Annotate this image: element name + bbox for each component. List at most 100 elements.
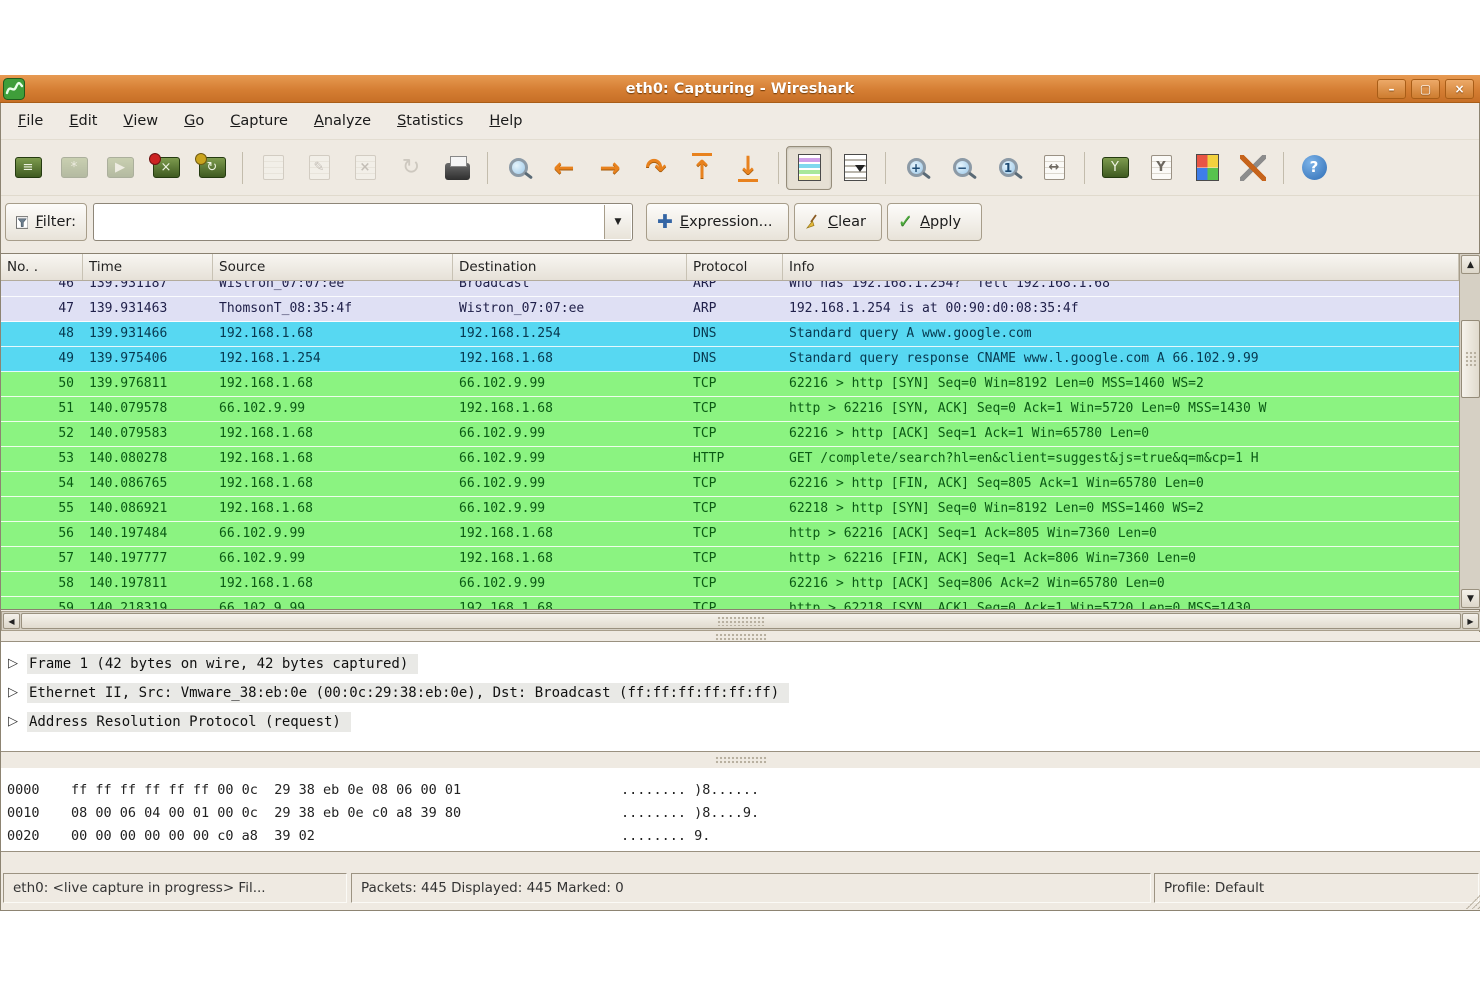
filter-combobox[interactable]: ▼ bbox=[93, 203, 633, 241]
filter-entry[interactable] bbox=[96, 206, 601, 238]
resize-columns-button[interactable]: ↔ bbox=[1031, 146, 1077, 190]
colorize-packet-list-icon bbox=[798, 154, 821, 181]
expander-icon[interactable]: ▷ bbox=[8, 714, 27, 729]
packet-detail-row-2[interactable]: ▷Ethernet II, Src: Vmware_38:eb:0e (00:0… bbox=[1, 678, 1480, 707]
go-last-packet-icon: ↓ bbox=[738, 153, 759, 182]
expander-icon[interactable]: ▷ bbox=[8, 685, 27, 700]
packet-row-51[interactable]: 51140.07957866.102.9.99192.168.1.68TCPht… bbox=[1, 397, 1459, 422]
packet-detail-row-1[interactable]: ▷Frame 1 (42 bytes on wire, 42 bytes cap… bbox=[1, 649, 1480, 678]
menu-help[interactable]: Help bbox=[476, 103, 535, 139]
packet-time: 140.218319 bbox=[83, 597, 213, 609]
packet-destination: Wistron_07:07:ee bbox=[453, 297, 687, 321]
open-capture-file-button bbox=[250, 146, 296, 190]
packet-row-50[interactable]: 50139.976811192.168.1.6866.102.9.99TCP62… bbox=[1, 372, 1459, 397]
hex-row-0020[interactable]: 002000 00 00 00 00 00 c0 a8 39 02.......… bbox=[7, 825, 1480, 848]
close-capture-icon: × bbox=[355, 155, 376, 180]
packet-protocol: DNS bbox=[687, 322, 783, 346]
packet-row-57[interactable]: 57140.19777766.102.9.99192.168.1.68TCPht… bbox=[1, 547, 1459, 572]
packet-info: 62216 > http [SYN] Seq=0 Win=8192 Len=0 … bbox=[783, 372, 1459, 396]
menu-view[interactable]: View bbox=[110, 103, 171, 139]
packet-list-vscrollbar[interactable]: ▲ ▼ bbox=[1459, 254, 1480, 609]
menu-file[interactable]: File bbox=[5, 103, 56, 139]
scroll-left-icon: ◀ bbox=[8, 617, 14, 626]
scroll-up-button[interactable]: ▲ bbox=[1461, 255, 1480, 274]
column-header-destination[interactable]: Destination bbox=[453, 254, 687, 280]
auto-scroll-in-live-capture-icon bbox=[844, 154, 867, 181]
filter-dropdown-button[interactable]: ▼ bbox=[604, 205, 631, 239]
packet-row-49[interactable]: 49139.975406192.168.1.254192.168.1.68DNS… bbox=[1, 347, 1459, 372]
expander-icon[interactable]: ▷ bbox=[8, 656, 27, 671]
hex-row-0010[interactable]: 001008 00 06 04 00 01 00 0c 29 38 eb 0e … bbox=[7, 802, 1480, 825]
packet-row-48[interactable]: 48139.931466192.168.1.68192.168.1.254DNS… bbox=[1, 322, 1459, 347]
display-filters-icon: Y bbox=[1151, 155, 1172, 180]
go-to-packet-button[interactable]: ↷ bbox=[633, 146, 679, 190]
column-header-no[interactable]: No. . bbox=[1, 254, 83, 280]
packet-time: 140.086765 bbox=[83, 472, 213, 496]
menu-go[interactable]: Go bbox=[171, 103, 217, 139]
menu-statistics[interactable]: Statistics bbox=[384, 103, 476, 139]
resize-grip[interactable] bbox=[1466, 895, 1480, 909]
packet-row-46[interactable]: 46139.931187Wistron_07:07:eeBroadcastARP… bbox=[1, 281, 1459, 297]
minimize-button[interactable]: – bbox=[1377, 79, 1406, 99]
packet-detail-row-3[interactable]: ▷Address Resolution Protocol (request) bbox=[1, 707, 1480, 736]
packet-row-52[interactable]: 52140.079583192.168.1.6866.102.9.99TCP62… bbox=[1, 422, 1459, 447]
column-header-info[interactable]: Info bbox=[783, 254, 1459, 280]
go-first-packet-button[interactable]: ↑ bbox=[679, 146, 725, 190]
packet-protocol: TCP bbox=[687, 472, 783, 496]
pane-splitter-list-details[interactable] bbox=[1, 632, 1480, 641]
clear-button[interactable]: Clear bbox=[794, 203, 882, 241]
hex-offset: 0000 bbox=[7, 779, 71, 802]
zoom-out-button[interactable]: − bbox=[939, 146, 985, 190]
find-packet-button[interactable] bbox=[495, 146, 541, 190]
column-header-time[interactable]: Time bbox=[83, 254, 213, 280]
capture-filters-button[interactable]: Y bbox=[1092, 146, 1138, 190]
coloring-rules-button[interactable] bbox=[1184, 146, 1230, 190]
stop-capture-button[interactable]: × bbox=[143, 146, 189, 190]
packet-list-hscrollbar[interactable]: ◀ ▶ bbox=[1, 611, 1480, 631]
packet-row-47[interactable]: 47139.931463ThomsonT_08:35:4fWistron_07:… bbox=[1, 297, 1459, 322]
packet-row-59[interactable]: 59140.21831966.102.9.99192.168.1.68TCPht… bbox=[1, 597, 1459, 609]
pane-splitter-details-bytes[interactable] bbox=[1, 752, 1480, 768]
toolbar-separator bbox=[487, 152, 488, 184]
packet-row-55[interactable]: 55140.086921192.168.1.6866.102.9.99TCP62… bbox=[1, 497, 1459, 522]
scroll-down-button[interactable]: ▼ bbox=[1461, 589, 1480, 608]
help-button[interactable]: ? bbox=[1291, 146, 1337, 190]
scroll-right-button[interactable]: ▶ bbox=[1462, 613, 1479, 629]
go-last-packet-button[interactable]: ↓ bbox=[725, 146, 771, 190]
go-back-button[interactable]: ← bbox=[541, 146, 587, 190]
menu-capture[interactable]: Capture bbox=[217, 103, 301, 139]
column-header-protocol[interactable]: Protocol bbox=[687, 254, 783, 280]
preferences-button[interactable] bbox=[1230, 146, 1276, 190]
filter-button[interactable]: Filter: bbox=[5, 203, 87, 241]
packet-row-53[interactable]: 53140.080278192.168.1.6866.102.9.99HTTPG… bbox=[1, 447, 1459, 472]
apply-button[interactable]: ✓ Apply bbox=[887, 203, 982, 241]
column-header-source[interactable]: Source bbox=[213, 254, 453, 280]
print-button[interactable] bbox=[434, 146, 480, 190]
title-bar[interactable]: eth0: Capturing - Wireshark –▢× bbox=[0, 75, 1480, 103]
zoom-100-icon: 1 bbox=[999, 158, 1018, 177]
packet-row-58[interactable]: 58140.197811192.168.1.6866.102.9.99TCP62… bbox=[1, 572, 1459, 597]
restart-capture-button[interactable]: ↻ bbox=[189, 146, 235, 190]
maximize-button[interactable]: ▢ bbox=[1411, 79, 1440, 99]
scroll-left-button[interactable]: ◀ bbox=[3, 613, 20, 629]
capture-options-icon: * bbox=[61, 157, 88, 178]
packet-destination: 192.168.1.68 bbox=[453, 397, 687, 421]
hex-ascii: ........ 9. bbox=[621, 825, 1480, 848]
packet-row-56[interactable]: 56140.19748466.102.9.99192.168.1.68TCPht… bbox=[1, 522, 1459, 547]
colorize-packet-list-button[interactable] bbox=[786, 146, 832, 190]
zoom-in-button[interactable]: + bbox=[893, 146, 939, 190]
zoom-100-button[interactable]: 1 bbox=[985, 146, 1031, 190]
menu-analyze[interactable]: Analyze bbox=[301, 103, 384, 139]
hex-row-0000[interactable]: 0000ff ff ff ff ff ff 00 0c 29 38 eb 0e … bbox=[7, 779, 1480, 802]
packet-details-pane: ▷Frame 1 (42 bytes on wire, 42 bytes cap… bbox=[1, 641, 1480, 752]
packet-row-54[interactable]: 54140.086765192.168.1.6866.102.9.99TCP62… bbox=[1, 472, 1459, 497]
expression-button[interactable]: ✚ Expression... bbox=[646, 203, 789, 241]
go-forward-button[interactable]: → bbox=[587, 146, 633, 190]
auto-scroll-in-live-capture-button[interactable] bbox=[832, 146, 878, 190]
menu-edit[interactable]: Edit bbox=[56, 103, 110, 139]
display-filters-button[interactable]: Y bbox=[1138, 146, 1184, 190]
hscrollbar-thumb[interactable] bbox=[21, 613, 1461, 629]
close-button[interactable]: × bbox=[1445, 79, 1474, 99]
list-interfaces-button[interactable]: ≡ bbox=[5, 146, 51, 190]
vscrollbar-thumb[interactable] bbox=[1461, 320, 1480, 398]
